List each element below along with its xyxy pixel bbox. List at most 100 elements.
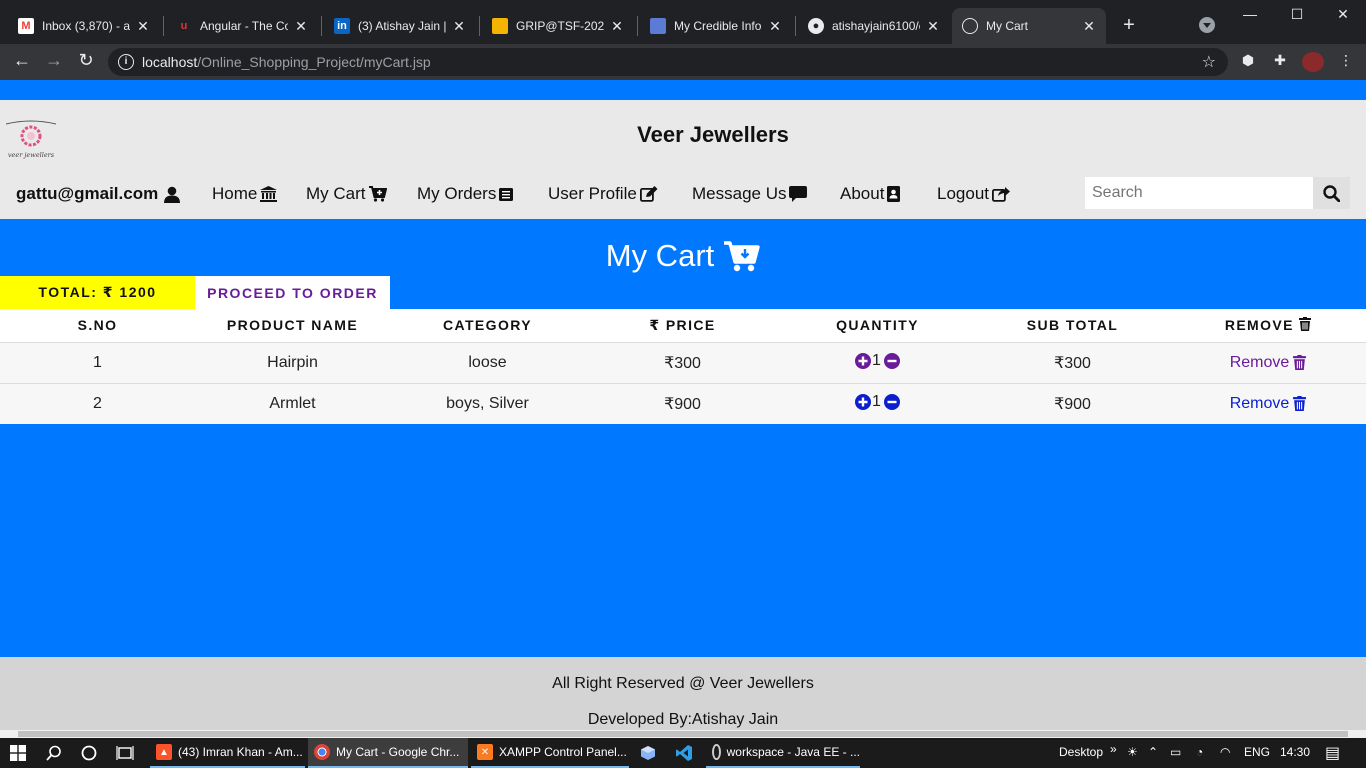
slides-icon	[492, 18, 508, 34]
close-icon[interactable]: ✕	[926, 18, 940, 35]
tab-divider	[637, 16, 638, 36]
site-info-icon[interactable]: i	[118, 54, 134, 70]
cell-subtotal: ₹300	[975, 342, 1170, 384]
wifi-icon[interactable]: ◠	[1220, 745, 1230, 759]
close-icon[interactable]: ✕	[1082, 18, 1096, 35]
tab-divider	[479, 16, 480, 36]
reload-icon[interactable]: ↻	[74, 50, 98, 71]
cell-category: loose	[390, 342, 585, 384]
task-view-icon[interactable]	[116, 744, 134, 762]
trash-icon	[1293, 355, 1307, 370]
remove-item-link[interactable]: Remove	[1230, 395, 1307, 413]
url-path: /Online_Shopping_Project/myCart.jsp	[197, 54, 431, 70]
desktop-toolbar-label[interactable]: Desktop	[1059, 745, 1103, 759]
search-button[interactable]	[1313, 177, 1350, 209]
cell-quantity: 1	[780, 383, 975, 424]
xampp-icon: ✕	[477, 744, 493, 760]
close-icon[interactable]: ✕	[610, 18, 624, 35]
tab-title: Angular - The Co	[200, 19, 288, 33]
table-row: 1 Hairpin loose ₹300 1 ₹300 Remove	[0, 342, 1366, 384]
toolbar-overflow-icon[interactable]: »	[1110, 742, 1117, 756]
maximize-icon[interactable]: ☐	[1287, 6, 1307, 23]
network-icon[interactable]: ◔	[1196, 745, 1203, 759]
new-tab-button[interactable]: +	[1118, 14, 1140, 37]
decrease-quantity-icon[interactable]	[883, 393, 900, 410]
bookmark-star-icon[interactable]: ☆	[1202, 52, 1216, 72]
cell-product: Armlet	[269, 394, 316, 412]
list-alt-icon	[499, 187, 514, 201]
nav-message-us[interactable]: Message Us	[692, 184, 808, 204]
close-icon[interactable]: ✕	[136, 18, 150, 35]
horizontal-scrollbar[interactable]	[0, 730, 1366, 738]
nav-about[interactable]: About	[840, 184, 901, 204]
close-icon[interactable]: ✕	[452, 18, 466, 35]
search-icon[interactable]	[45, 744, 63, 762]
window-close-icon[interactable]: ✕	[1333, 6, 1353, 23]
minimize-icon[interactable]: —	[1240, 6, 1260, 22]
taskbar-app-chrome[interactable]: My Cart - Google Chr...	[308, 738, 468, 768]
column-header-subtotal: SUB TOTAL	[975, 309, 1170, 343]
tab-title: Inbox (3,870) - ati	[42, 19, 130, 33]
taskbar-app-xampp[interactable]: ✕ XAMPP Control Panel...	[471, 738, 629, 768]
language-indicator[interactable]: ENG	[1244, 745, 1270, 759]
tab-credible-info[interactable]: My Credible Info ✕	[640, 8, 792, 44]
address-bar[interactable]: i localhost/Online_Shopping_Project/myCa…	[108, 48, 1228, 76]
nav-my-cart[interactable]: My Cart	[306, 184, 387, 204]
taskbar-app-title: XAMPP Control Panel...	[499, 745, 627, 759]
user-email-text: gattu@gmail.com	[16, 184, 159, 203]
extensions-puzzle-icon[interactable]: ✚	[1270, 52, 1290, 72]
search-input[interactable]	[1085, 177, 1313, 209]
clock[interactable]: 14:30	[1280, 745, 1310, 759]
tab-grip[interactable]: GRIP@TSF-2021 - ✕	[482, 8, 634, 44]
tab-search-icon[interactable]	[1199, 17, 1215, 33]
weather-icon[interactable]: ☀	[1127, 745, 1138, 759]
close-icon[interactable]: ✕	[294, 18, 308, 35]
windows-start-icon[interactable]	[9, 744, 27, 762]
vscode-icon[interactable]	[675, 744, 693, 762]
browser-menu-icon[interactable]: ⋮	[1336, 52, 1356, 72]
browser-toolbar: ← → ↻ i localhost/Online_Shopping_Projec…	[0, 44, 1366, 80]
cortana-icon[interactable]	[80, 744, 98, 762]
taskbar-app-brave[interactable]: ▲ (43) Imran Khan - Am...	[150, 738, 305, 768]
tab-angular[interactable]: u Angular - The Co ✕	[166, 8, 318, 44]
proceed-to-order-button[interactable]: PROCEED TO ORDER	[195, 276, 390, 309]
increase-quantity-icon[interactable]	[855, 393, 872, 410]
column-header-price: ₹ PRICE	[585, 309, 780, 343]
forward-icon[interactable]: →	[42, 50, 66, 71]
footer-copyright: All Right Reserved @ Veer Jewellers	[552, 675, 814, 692]
tab-github[interactable]: ● atishayjain6100/c ✕	[798, 8, 950, 44]
user-icon	[164, 186, 181, 203]
chrome-icon	[314, 744, 330, 760]
tab-my-cart[interactable]: My Cart ✕	[952, 8, 1106, 44]
increase-quantity-icon[interactable]	[855, 352, 872, 369]
taskbar-app-eclipse[interactable]: workspace - Java EE - ...	[706, 738, 860, 768]
tab-gmail[interactable]: M Inbox (3,870) - ati ✕	[8, 8, 160, 44]
nav-my-orders[interactable]: My Orders	[417, 184, 514, 204]
taskbar-app-title: workspace - Java EE - ...	[726, 745, 860, 759]
back-icon[interactable]: ←	[10, 50, 34, 71]
battery-icon[interactable]: ▭	[1170, 745, 1181, 759]
bank-icon	[260, 186, 278, 202]
eclipse-icon	[712, 744, 721, 760]
virtualbox-icon[interactable]	[639, 744, 657, 762]
scrollbar-thumb[interactable]	[18, 731, 1348, 737]
tab-linkedin[interactable]: in (3) Atishay Jain | L ✕	[324, 8, 476, 44]
remove-link-text: Remove	[1229, 353, 1290, 371]
tray-chevron-up-icon[interactable]: ⌃	[1148, 745, 1158, 759]
column-header-sno: S.NO	[0, 309, 195, 343]
nav-logout[interactable]: Logout	[937, 184, 1010, 204]
cell-price: ₹300	[585, 342, 780, 384]
search-icon	[1323, 184, 1340, 202]
decrease-quantity-icon[interactable]	[883, 352, 900, 369]
extension-cube-icon[interactable]: ⬢	[1238, 52, 1258, 72]
nav-user-profile-label: User Profile	[548, 184, 637, 203]
close-icon[interactable]: ✕	[768, 18, 782, 35]
cart-table: S.NO PRODUCT NAME CATEGORY ₹ PRICE QUANT…	[0, 309, 1366, 424]
nav-user-profile[interactable]: User Profile	[548, 184, 658, 204]
taskbar-app-title: (43) Imran Khan - Am...	[178, 745, 303, 759]
notifications-icon[interactable]: ▤	[1325, 743, 1340, 763]
profile-avatar[interactable]	[1302, 52, 1324, 72]
cell-quantity: 1	[780, 342, 975, 384]
nav-home[interactable]: Home	[212, 184, 278, 204]
remove-item-link[interactable]: Remove	[1230, 354, 1307, 372]
